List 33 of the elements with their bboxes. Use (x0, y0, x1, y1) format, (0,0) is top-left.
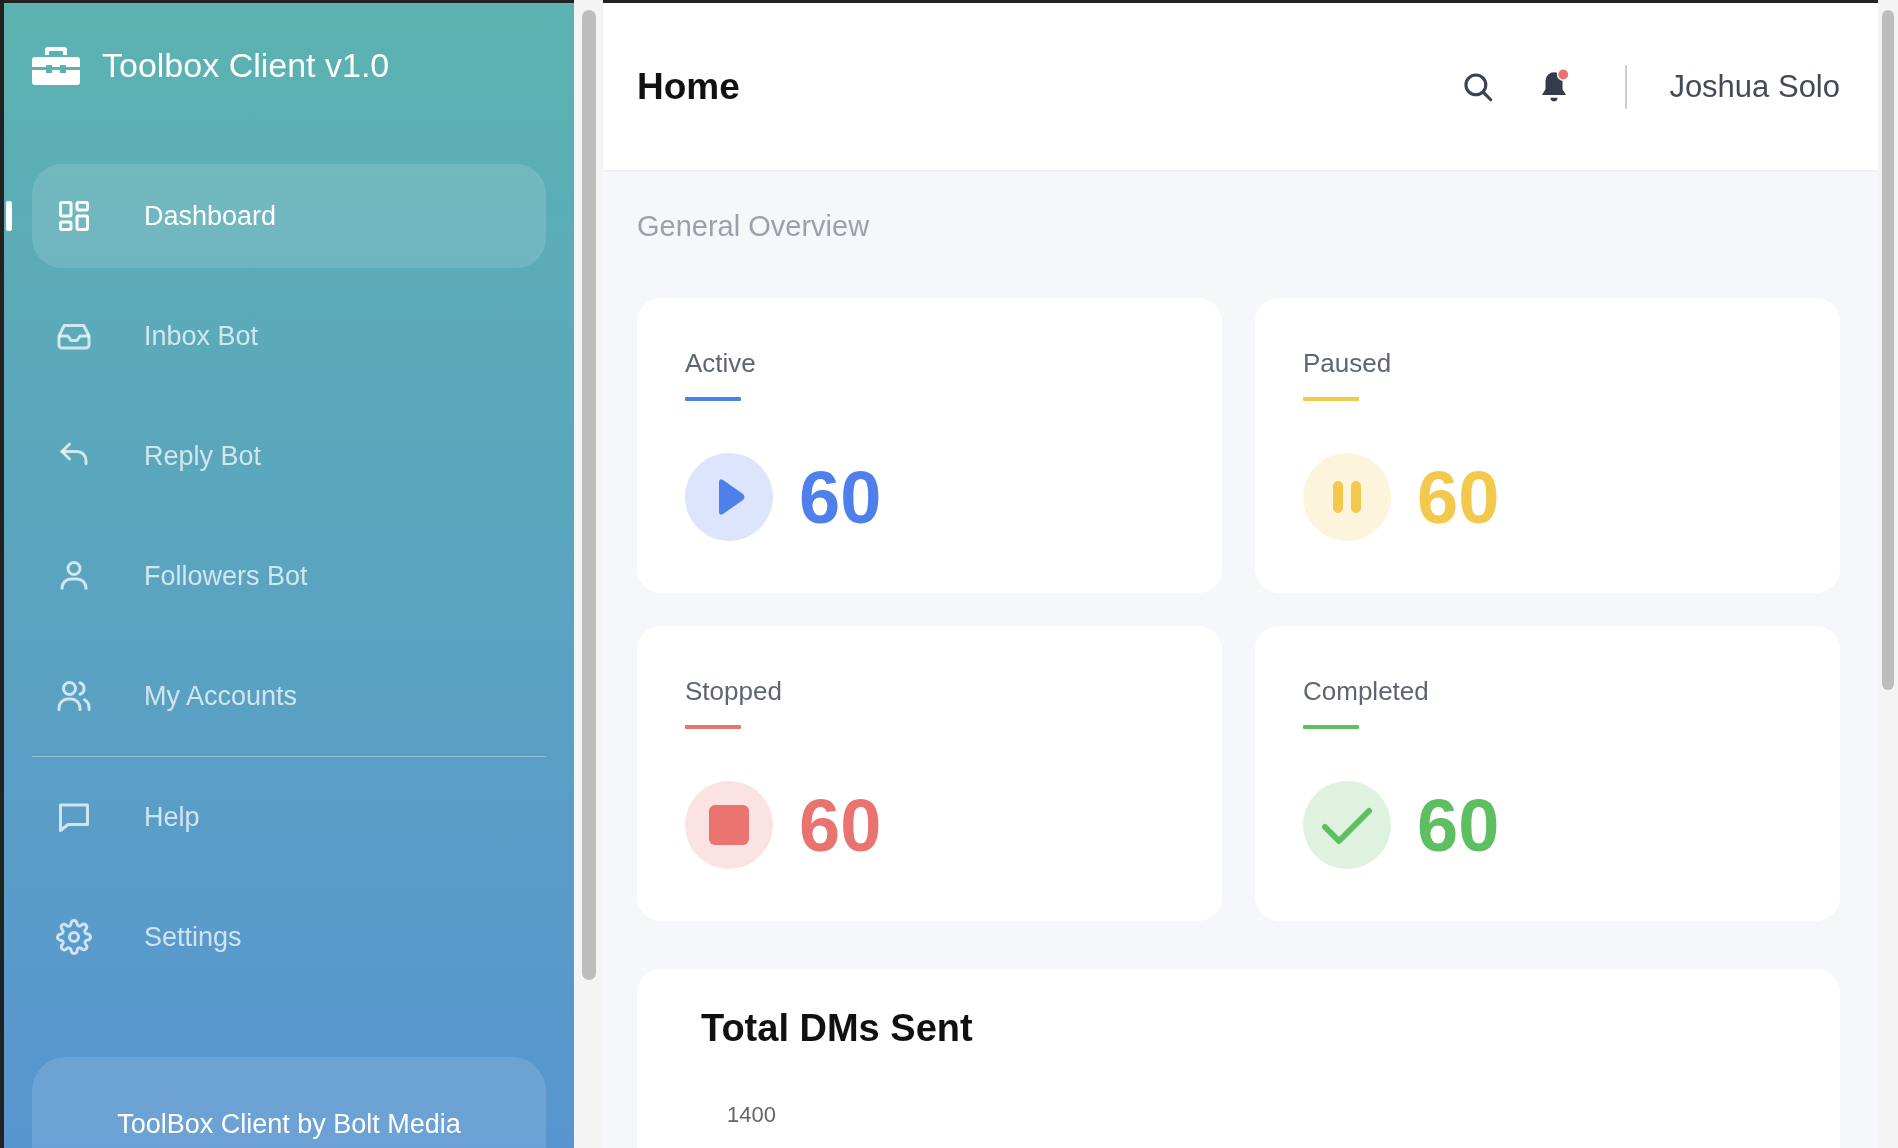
play-icon (685, 453, 773, 541)
user-name[interactable]: Joshua Solo (1669, 68, 1840, 105)
stat-label: Completed (1303, 676, 1429, 707)
stat-value: 60 (1417, 782, 1500, 868)
nav-item[interactable]: Reply Bot (32, 404, 546, 508)
selection-indicator (6, 201, 12, 231)
scrollbar-thumb[interactable] (1882, 10, 1894, 690)
stat-value: 60 (1417, 454, 1500, 540)
stat-label: Stopped (685, 676, 782, 707)
nav-item[interactable]: Followers Bot (32, 524, 546, 628)
stat-label: Active (685, 348, 756, 379)
page-title: Home (637, 65, 740, 108)
grid-icon (56, 198, 92, 234)
axis-label: 1400 (727, 1102, 776, 1128)
stat-label: Paused (1303, 348, 1392, 379)
stat-value: 60 (799, 454, 882, 540)
settings-icon (56, 919, 92, 955)
footer-text: ToolBox Client by Bolt Media (117, 1109, 461, 1141)
stop-icon (685, 781, 773, 869)
scrollbar-thumb[interactable] (581, 10, 596, 980)
nav-item[interactable]: My Accounts (32, 644, 546, 748)
nav-item[interactable]: Settings (32, 885, 546, 989)
nav-item[interactable]: Inbox Bot (32, 284, 546, 388)
section-title: General Overview (637, 210, 871, 243)
check-icon (1303, 781, 1391, 869)
nav-item[interactable]: Help (32, 765, 546, 869)
nav-item[interactable]: Dashboard (32, 164, 546, 268)
chart-title: Total DMs Sent (701, 1007, 973, 1050)
app-title: Toolbox Client v1.0 (102, 45, 390, 85)
users-icon (56, 678, 92, 714)
toolbox-icon (32, 45, 80, 85)
stat-value: 60 (799, 782, 882, 868)
pause-icon (1303, 453, 1391, 541)
